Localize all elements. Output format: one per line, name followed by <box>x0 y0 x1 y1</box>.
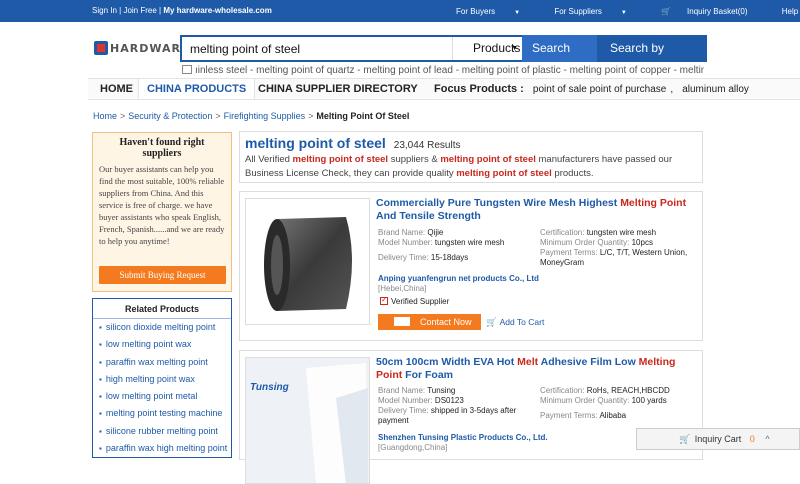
product-image-brand: Tunsing <box>250 382 289 393</box>
product-card: Tunsing 50cm 100cm Width EVA Hot Melt Ad… <box>239 350 703 484</box>
verified-check-icon <box>380 295 388 305</box>
bullet-icon: ▪ <box>99 357 102 367</box>
related-products-heading: Related Products <box>93 299 231 319</box>
list-item[interactable]: ▪ paraffin wax high melting point <box>99 440 231 457</box>
bullet-icon: ▪ <box>99 323 102 332</box>
list-item[interactable]: ▪ low melting point metal <box>99 388 231 405</box>
focus-item[interactable]: point of sale point of purchase <box>533 84 666 95</box>
product-title[interactable]: 50cm 100cm Width EVA Hot Melt Adhesive F… <box>376 356 698 382</box>
bullet-icon: ▪ <box>99 409 102 419</box>
inquiry-basket-link[interactable]: 🛒 Inquiry Basket(0) <box>661 7 763 16</box>
results-header: melting point of steel 23,044 Results All… <box>239 131 703 183</box>
breadcrumb-current: Melting Point Of Steel <box>316 111 410 121</box>
chevron-down-icon: ▼ <box>620 10 627 16</box>
product-attributes-right: Certification: RoHs, REACH,HBCDD Minimum… <box>540 386 670 420</box>
product-title[interactable]: Commercially Pure Tungsten Wire Mesh Hig… <box>376 197 698 223</box>
bullet-icon: ▪ <box>99 444 102 454</box>
join-free-link[interactable]: Join Free <box>123 6 156 15</box>
inquiry-cart-bar[interactable]: 🛒 Inquiry Cart 0 ^ <box>636 428 800 450</box>
chevron-up-icon[interactable]: ^ <box>765 434 769 444</box>
list-item[interactable]: ▪ low melting point wax <box>99 336 231 353</box>
inquiry-cart-label: Inquiry Cart <box>694 434 742 444</box>
main-nav: HOME CHINA PRODUCTS CHINA SUPPLIER DIREC… <box>88 78 800 100</box>
breadcrumb-firefighting[interactable]: Firefighting Supplies <box>224 111 306 121</box>
envelope-icon <box>394 317 410 326</box>
company-name[interactable]: Shenzhen Tunsing Plastic Products Co., L… <box>378 433 548 442</box>
company-location: [Hebei,China] <box>378 284 427 293</box>
nav-china-products[interactable]: CHINA PRODUCTS <box>138 79 256 99</box>
category-select[interactable]: Products ▼ <box>452 37 522 60</box>
for-suppliers-menu[interactable]: For Suppliers ▼ <box>554 7 643 16</box>
focus-products: Focus Products : point of sale point of … <box>434 83 749 95</box>
add-to-cart-button[interactable]: 🛒 Add To Cart <box>486 317 544 328</box>
results-title: melting point of steel <box>245 135 386 151</box>
cart-icon: 🛒 <box>679 434 691 444</box>
buyer-box-heading: Haven't found right suppliers <box>119 137 205 159</box>
contact-now-button[interactable]: Contact Now <box>378 314 481 330</box>
bullet-icon: ▪ <box>99 374 102 384</box>
product-attributes-right: Certification: tungsten wire mesh Minimu… <box>540 228 688 267</box>
list-item[interactable]: ▪ silicon dioxide melting point <box>99 319 231 336</box>
image-search-icon[interactable] <box>182 65 192 74</box>
top-right-menu: For Buyers ▼ For Suppliers ▼ 🛒 Inquiry Bask… <box>456 7 800 16</box>
chevron-down-icon: ▼ <box>514 10 521 16</box>
verified-supplier-badge: Verified Supplier <box>380 295 449 306</box>
inquiry-cart-count: 0 <box>749 434 755 444</box>
cart-icon: 🛒 <box>486 317 497 327</box>
company-name[interactable]: Anping yuanfengrun net products Co., Ltd <box>378 274 539 283</box>
related-products-list: ▪ silicon dioxide melting point ▪ low melt… <box>93 319 231 457</box>
bullet-icon: ▪ <box>99 340 102 350</box>
buyer-assistant-box: Haven't found right suppliers Our buyer … <box>92 132 232 292</box>
cart-icon: 🛒 <box>661 7 672 16</box>
results-count: 23,044 Results <box>393 140 461 151</box>
search-by-category-button[interactable]: Search by Category <box>597 35 707 82</box>
submit-buying-request-button[interactable]: Submit Buying Request <box>99 266 226 284</box>
search-input[interactable] <box>182 37 452 60</box>
company-location: [Guangdong,China] <box>378 443 448 452</box>
top-bar: Sign In | Join Free | My hardware-wholes… <box>0 0 800 22</box>
product-image[interactable]: Tunsing <box>245 357 370 484</box>
product-attributes-left: Brand Name: Qijie Model Number: tungsten… <box>378 228 505 262</box>
my-site-link[interactable]: My hardware-wholesale.com <box>163 6 271 15</box>
focus-item[interactable]: aluminum alloy <box>682 84 749 95</box>
account-links: Sign In | Join Free | My hardware-wholes… <box>92 6 272 15</box>
search-bar: Products▼ Search Search by Category <box>180 35 707 82</box>
product-attributes-left: Brand Name: Tunsing Model Number: DS0123… <box>378 386 517 425</box>
logo-mark-icon <box>94 41 108 55</box>
search-suggestions: ıinless steel - melting point of quartz … <box>182 65 704 77</box>
for-buyers-menu[interactable]: For Buyers ▼ <box>456 7 536 16</box>
product-card: Commercially Pure Tungsten Wire Mesh Hig… <box>239 191 703 341</box>
nav-home[interactable]: HOME <box>100 79 133 99</box>
nav-china-supplier-directory[interactable]: CHINA SUPPLIER DIRECTORY <box>258 79 418 99</box>
chevron-down-icon: ▼ <box>511 45 518 52</box>
help-link[interactable]: Help <box>782 7 798 16</box>
breadcrumb-security[interactable]: Security & Protection <box>128 111 212 121</box>
list-item[interactable]: ▪ paraffin wax melting point <box>99 354 231 371</box>
breadcrumb-home[interactable]: Home <box>93 111 117 121</box>
breadcrumb: Home > Security & Protection > Firefighting … <box>93 111 410 121</box>
suggestion-links[interactable]: ıinless steel - melting point of quartz … <box>195 65 704 76</box>
sign-in-link[interactable]: Sign In <box>92 6 117 15</box>
site-logo[interactable]: HARDWARE <box>94 40 189 56</box>
list-item[interactable]: ▪ silicone rubber melting point <box>99 423 231 440</box>
search-button[interactable]: Search <box>522 35 597 62</box>
focus-label: Focus Products : <box>434 83 524 95</box>
results-description: All Verified melting point of steel supp… <box>245 154 673 179</box>
list-item[interactable]: ▪ high melting point wax <box>99 371 231 388</box>
related-products-panel: Related Products ▪ silicon dioxide meltin… <box>92 298 232 458</box>
bullet-icon: ▪ <box>99 392 102 402</box>
bullet-icon: ▪ <box>99 426 102 436</box>
list-item[interactable]: ▪ melting point testing machine <box>99 405 231 422</box>
buyer-box-text: Our buyer assistants can help you find t… <box>99 164 225 246</box>
product-image[interactable] <box>245 198 370 325</box>
